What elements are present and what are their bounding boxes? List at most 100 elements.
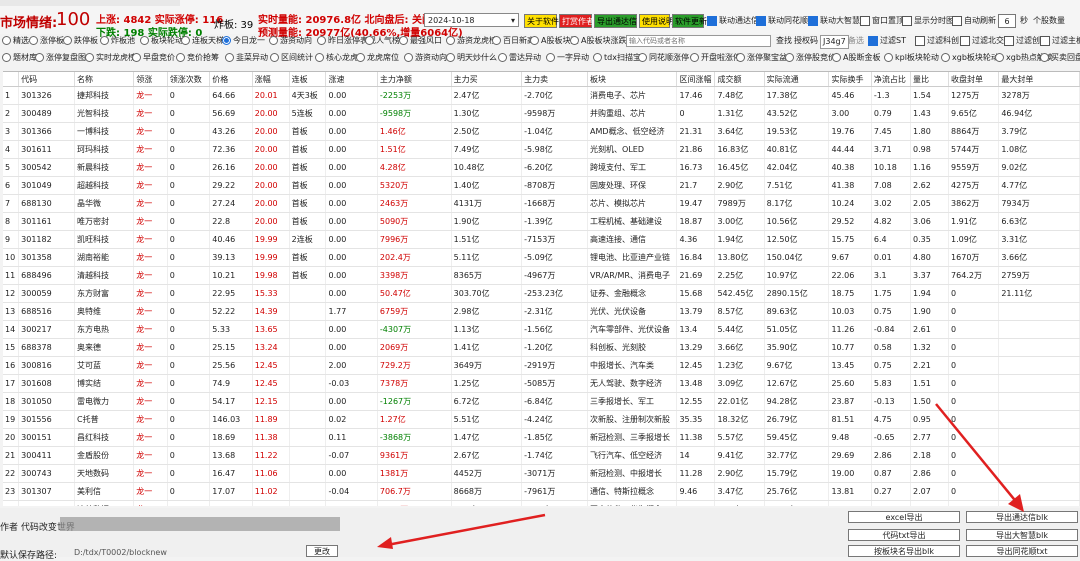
- table-row[interactable]: 11 688496 清越科技 龙一 0 10.21 19.98 首板 0.00 3398万 8365…: [3, 266, 1080, 285]
- top-button-2[interactable]: 导出通达信: [594, 14, 637, 28]
- change-path-button[interactable]: 更改: [306, 545, 338, 557]
- filter-checkbox-1[interactable]: 过滤科创: [915, 35, 959, 47]
- table-row[interactable]: 14 300217 东方电热 龙一 0 5.33 13.65 0.00 -4307万 1.13亿 -…: [3, 320, 1080, 339]
- tab2-option-8[interactable]: 龙虎席位: [356, 52, 399, 64]
- table-row[interactable]: 24688692达梦数据龙一0343.0210.79 0.011447万1.76亿…: [3, 500, 1080, 506]
- filter-checkbox-2[interactable]: 过滤北交: [960, 35, 1004, 47]
- column-header-7[interactable]: 涨速: [325, 72, 378, 87]
- tab2-option-15[interactable]: 开盘啦涨停: [690, 52, 741, 64]
- column-header-9[interactable]: 主力买: [451, 72, 523, 87]
- tab2-option-1[interactable]: 涨停复盘图: [35, 52, 86, 64]
- tab-option-6[interactable]: 今日龙一: [222, 35, 265, 47]
- top-button-1[interactable]: 打赏作者: [559, 14, 594, 28]
- tab2-option-3[interactable]: 早盘竞价: [132, 52, 175, 64]
- column-header-10[interactable]: 主力卖: [521, 72, 589, 87]
- tab2-option-9[interactable]: 游资动向: [404, 52, 447, 64]
- column-header-19[interactable]: 最大封单: [998, 72, 1080, 87]
- export-button-4[interactable]: 按板块名导出blk: [848, 545, 960, 557]
- top-checkbox-2[interactable]: 联动大智慧: [808, 15, 860, 27]
- tab2-option-19[interactable]: kpl板块轮动: [884, 52, 939, 64]
- filter-checkbox-0[interactable]: 过滤ST: [868, 35, 906, 47]
- tab-option-0[interactable]: 精选: [2, 35, 29, 47]
- column-header-12[interactable]: 区间涨幅: [676, 72, 716, 87]
- table-row[interactable]: 21 300411 金盾股份 龙一 0 13.68 11.22 -0.07 9361万 2.67亿…: [3, 446, 1080, 465]
- top-checkbox-4[interactable]: 显示分时图: [902, 15, 954, 27]
- tab2-option-20[interactable]: xgb板块轮动: [941, 52, 999, 64]
- tab-option-10[interactable]: 最强风口: [399, 35, 442, 47]
- tab-option-11[interactable]: 游资龙虎榜: [446, 35, 497, 47]
- column-header-13[interactable]: 成交额: [714, 72, 765, 87]
- column-header-4[interactable]: 价格: [209, 72, 253, 87]
- tab2-option-7[interactable]: 核心龙虎: [315, 52, 358, 64]
- column-header-17[interactable]: 量比: [910, 72, 950, 87]
- table-row[interactable]: 1 301326 捷邦科技 龙一 0 64.66 20.01 4天3板 0.00 -2253万 2.…: [3, 86, 1080, 105]
- tab2-option-5[interactable]: 韭菜异动: [225, 52, 268, 64]
- tab-option-12[interactable]: 百日新高: [492, 35, 535, 47]
- column-header-18[interactable]: 收盘封单: [948, 72, 1000, 87]
- export-button-3[interactable]: 导出大智慧blk: [966, 529, 1078, 541]
- tab2-option-11[interactable]: 雷达异动: [498, 52, 541, 64]
- tab-option-7[interactable]: 游资动向: [269, 35, 312, 47]
- column-header-8[interactable]: 主力净额: [377, 72, 452, 87]
- column-header-11[interactable]: 板块: [587, 72, 678, 87]
- tab2-option-18[interactable]: A股断金板: [832, 52, 880, 64]
- table-row[interactable]: 6 301049 超越科技 龙一 0 29.22 20.00 首板 0.00 5320万 1.40亿…: [3, 176, 1080, 195]
- filter-checkbox-4[interactable]: 过滤主板: [1040, 35, 1080, 47]
- column-header-2[interactable]: 领涨: [133, 72, 168, 87]
- table-row[interactable]: 22 300743 天地数码 龙一 0 16.47 11.06 0.00 1381万 4452万 -…: [3, 464, 1080, 483]
- table-row[interactable]: 12 300059 东方财富 龙一 0 22.95 15.33 0.00 50.47亿 303.7…: [3, 284, 1080, 303]
- column-header-3[interactable]: 领涨次数: [167, 72, 211, 87]
- tab2-option-22[interactable]: 买卖回盘: [1040, 52, 1080, 64]
- search-input[interactable]: [626, 35, 771, 47]
- refresh-interval-select[interactable]: 6: [998, 14, 1016, 28]
- column-header-15[interactable]: 实际换手: [828, 72, 872, 87]
- tab2-option-17[interactable]: 涨停股竞价: [785, 52, 836, 64]
- table-row[interactable]: 20 300151 昌红科技 龙一 0 18.69 11.38 0.11 -3868万 1.47亿…: [3, 428, 1080, 447]
- date-picker[interactable]: 2024-10-18 ▾: [424, 13, 519, 27]
- table-row[interactable]: 13 688516 奥特维 龙一 0 52.22 14.39 1.77 6759万 2.98亿 -2…: [3, 302, 1080, 321]
- column-header-0[interactable]: 代码: [18, 72, 76, 87]
- column-header-1[interactable]: 名称: [74, 72, 135, 87]
- top-button-4[interactable]: 软件更新: [672, 14, 707, 28]
- tab-option-1[interactable]: 涨停板: [29, 35, 64, 47]
- tab-option-4[interactable]: 板块轮动: [140, 35, 183, 47]
- table-row[interactable]: 15 688378 奥来德 龙一 0 25.15 13.24 0.00 2069万 1.41亿 -1…: [3, 338, 1080, 357]
- table-row[interactable]: 2 300489 光智科技 龙一 0 56.69 20.00 5连板 0.00 -9598万 1.3…: [3, 104, 1080, 123]
- top-button-3[interactable]: 使用说明: [639, 14, 674, 28]
- table-row[interactable]: 3 301366 一博科技 龙一 0 43.26 20.00 首板 0.00 1.46亿 2.50亿…: [3, 122, 1080, 141]
- tab2-option-4[interactable]: 竞价抢筹: [176, 52, 219, 64]
- tab2-option-6[interactable]: 区间统计: [270, 52, 313, 64]
- tab2-option-13[interactable]: tdx扫描宝: [593, 52, 641, 64]
- table-row[interactable]: 10 301358 湖南裕能 龙一 0 39.13 19.99 首板 0.00 202.4万 5.1…: [3, 248, 1080, 267]
- tab-option-14[interactable]: A股板块涨跌: [570, 35, 626, 47]
- top-checkbox-1[interactable]: 联动同花顺: [756, 15, 808, 27]
- table-row[interactable]: 19 301556 C托普 龙一 0 146.03 11.89 0.02 1.27亿 5.51亿 -…: [3, 410, 1080, 429]
- table-row[interactable]: 4 301611 珂玛科技 龙一 0 72.36 20.00 首板 0.00 1.51亿 7.49亿…: [3, 140, 1080, 159]
- top-checkbox-3[interactable]: 窗口置顶: [860, 15, 904, 27]
- table-row[interactable]: 16 300816 艾可蓝 龙一 0 25.56 12.45 2.00 729.2万 3649万 -…: [3, 356, 1080, 375]
- tab2-option-2[interactable]: 实时龙虎榜: [85, 52, 136, 64]
- table-row[interactable]: 9 301182 凯旺科技 龙一 0 40.46 19.99 2连板 0.00 7996万 1.51…: [3, 230, 1080, 249]
- table-row[interactable]: 8 301161 唯万密封 龙一 0 22.8 20.00 首板 0.00 5090万 1.90亿 -…: [3, 212, 1080, 231]
- export-button-2[interactable]: 代码txt导出: [848, 529, 960, 541]
- tab2-option-16[interactable]: 涨停聚宝盆: [736, 52, 787, 64]
- table-row[interactable]: 7 688130 晶华微 龙一 0 27.24 20.00 首板 0.00 2463万 4131万 -…: [3, 194, 1080, 213]
- tab2-option-14[interactable]: 同花顺涨停: [638, 52, 689, 64]
- tab-option-5[interactable]: 连板天梯: [181, 35, 224, 47]
- top-button-0[interactable]: 关于软件: [524, 14, 559, 28]
- tab2-option-10[interactable]: 明天炒什么: [446, 52, 497, 64]
- column-header-14[interactable]: 实际流通: [764, 72, 830, 87]
- column-header-16[interactable]: 净流占比: [871, 72, 912, 87]
- column-header-6[interactable]: 连板: [289, 72, 327, 87]
- tab-option-3[interactable]: 炸板池: [100, 35, 135, 47]
- tab-option-9[interactable]: 人气榜: [365, 35, 400, 47]
- table-row[interactable]: 18 301050 雷电微力 龙一 0 54.17 12.15 0.00 -1267万 6.72亿…: [3, 392, 1080, 411]
- top-checkbox-0[interactable]: 联动通达信: [707, 15, 759, 27]
- top-checkbox-5[interactable]: 自动刷新: [952, 15, 996, 27]
- table-row[interactable]: 5 300542 新晨科技 龙一 0 26.16 20.00 首板 0.00 4.28亿 10.48…: [3, 158, 1080, 177]
- tab2-option-12[interactable]: 一字异动: [546, 52, 589, 64]
- tab-option-2[interactable]: 跌停板: [63, 35, 98, 47]
- table-row[interactable]: 17 301608 博实结 龙一 0 74.9 12.45 -0.03 7378万 1.25亿 -5…: [3, 374, 1080, 393]
- export-button-5[interactable]: 导出同花顺txt: [966, 545, 1078, 557]
- search-button[interactable]: 查找: [776, 35, 792, 47]
